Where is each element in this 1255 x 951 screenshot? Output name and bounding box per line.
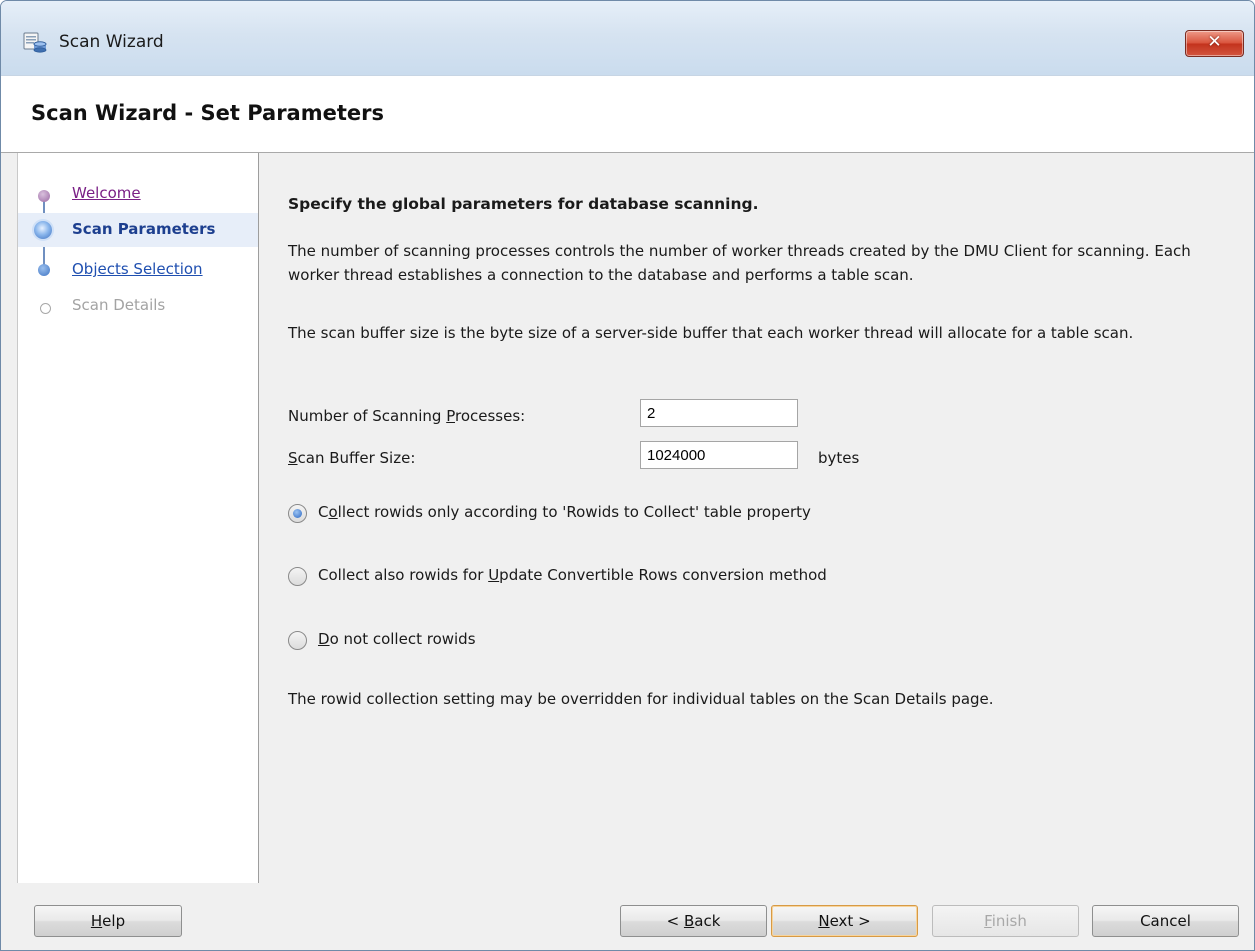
content-heading: Specify the global parameters for databa… — [288, 195, 759, 213]
nav-step-label: Scan Details — [72, 296, 166, 314]
step-current-dot-icon — [34, 221, 52, 239]
scan-wizard-window: Scan Wizard ✕ Scan Wizard - Set Paramete… — [0, 0, 1255, 951]
next-button[interactable]: Next > — [771, 905, 918, 937]
window-title: Scan Wizard — [59, 32, 164, 52]
page-title: Scan Wizard - Set Parameters — [31, 101, 384, 125]
close-button[interactable]: ✕ — [1185, 30, 1244, 57]
wizard-header: Scan Wizard - Set Parameters — [1, 76, 1254, 153]
nav-step-welcome[interactable]: Welcome — [18, 177, 258, 211]
help-button[interactable]: Help — [34, 905, 182, 937]
nav-step-scan-parameters[interactable]: Scan Parameters — [18, 213, 258, 247]
close-icon: ✕ — [1207, 32, 1222, 52]
buffer-size-label: Scan Buffer Size: — [288, 449, 416, 467]
step-disabled-dot-icon — [40, 303, 51, 314]
nav-step-label[interactable]: Welcome — [72, 184, 141, 202]
processes-label: Number of Scanning Processes: — [288, 407, 526, 425]
radio-button[interactable] — [288, 631, 307, 650]
radio-label: Collect also rowids for Update Convertib… — [318, 566, 827, 584]
wizard-step-navigation: Welcome Scan Parameters Objects Selectio… — [17, 153, 259, 883]
back-button[interactable]: < Back — [620, 905, 767, 937]
database-scan-icon — [23, 32, 47, 53]
nav-step-label: Scan Parameters — [72, 220, 216, 238]
processes-description: The number of scanning processes control… — [288, 242, 1191, 284]
radio-button[interactable] — [288, 567, 307, 586]
radio-label: Collect rowids only according to 'Rowids… — [318, 503, 811, 521]
nav-step-objects-selection[interactable]: Objects Selection — [18, 253, 258, 287]
cancel-button[interactable]: Cancel — [1092, 905, 1239, 937]
buffer-unit-label: bytes — [818, 449, 860, 467]
step-link-dot-icon — [38, 264, 50, 276]
nav-step-label[interactable]: Objects Selection — [72, 260, 203, 278]
title-bar[interactable]: Scan Wizard ✕ — [1, 1, 1254, 76]
step-visited-dot-icon — [38, 190, 50, 202]
rowid-note: The rowid collection setting may be over… — [288, 690, 994, 708]
radio-button-checked[interactable] — [288, 504, 307, 523]
scan-buffer-size-input[interactable] — [640, 441, 798, 469]
buffer-description: The scan buffer size is the byte size of… — [288, 324, 1134, 342]
radio-label: Do not collect rowids — [318, 630, 476, 648]
finish-button: Finish — [932, 905, 1079, 937]
scanning-processes-input[interactable] — [640, 399, 798, 427]
nav-step-scan-details: Scan Details — [18, 289, 258, 323]
